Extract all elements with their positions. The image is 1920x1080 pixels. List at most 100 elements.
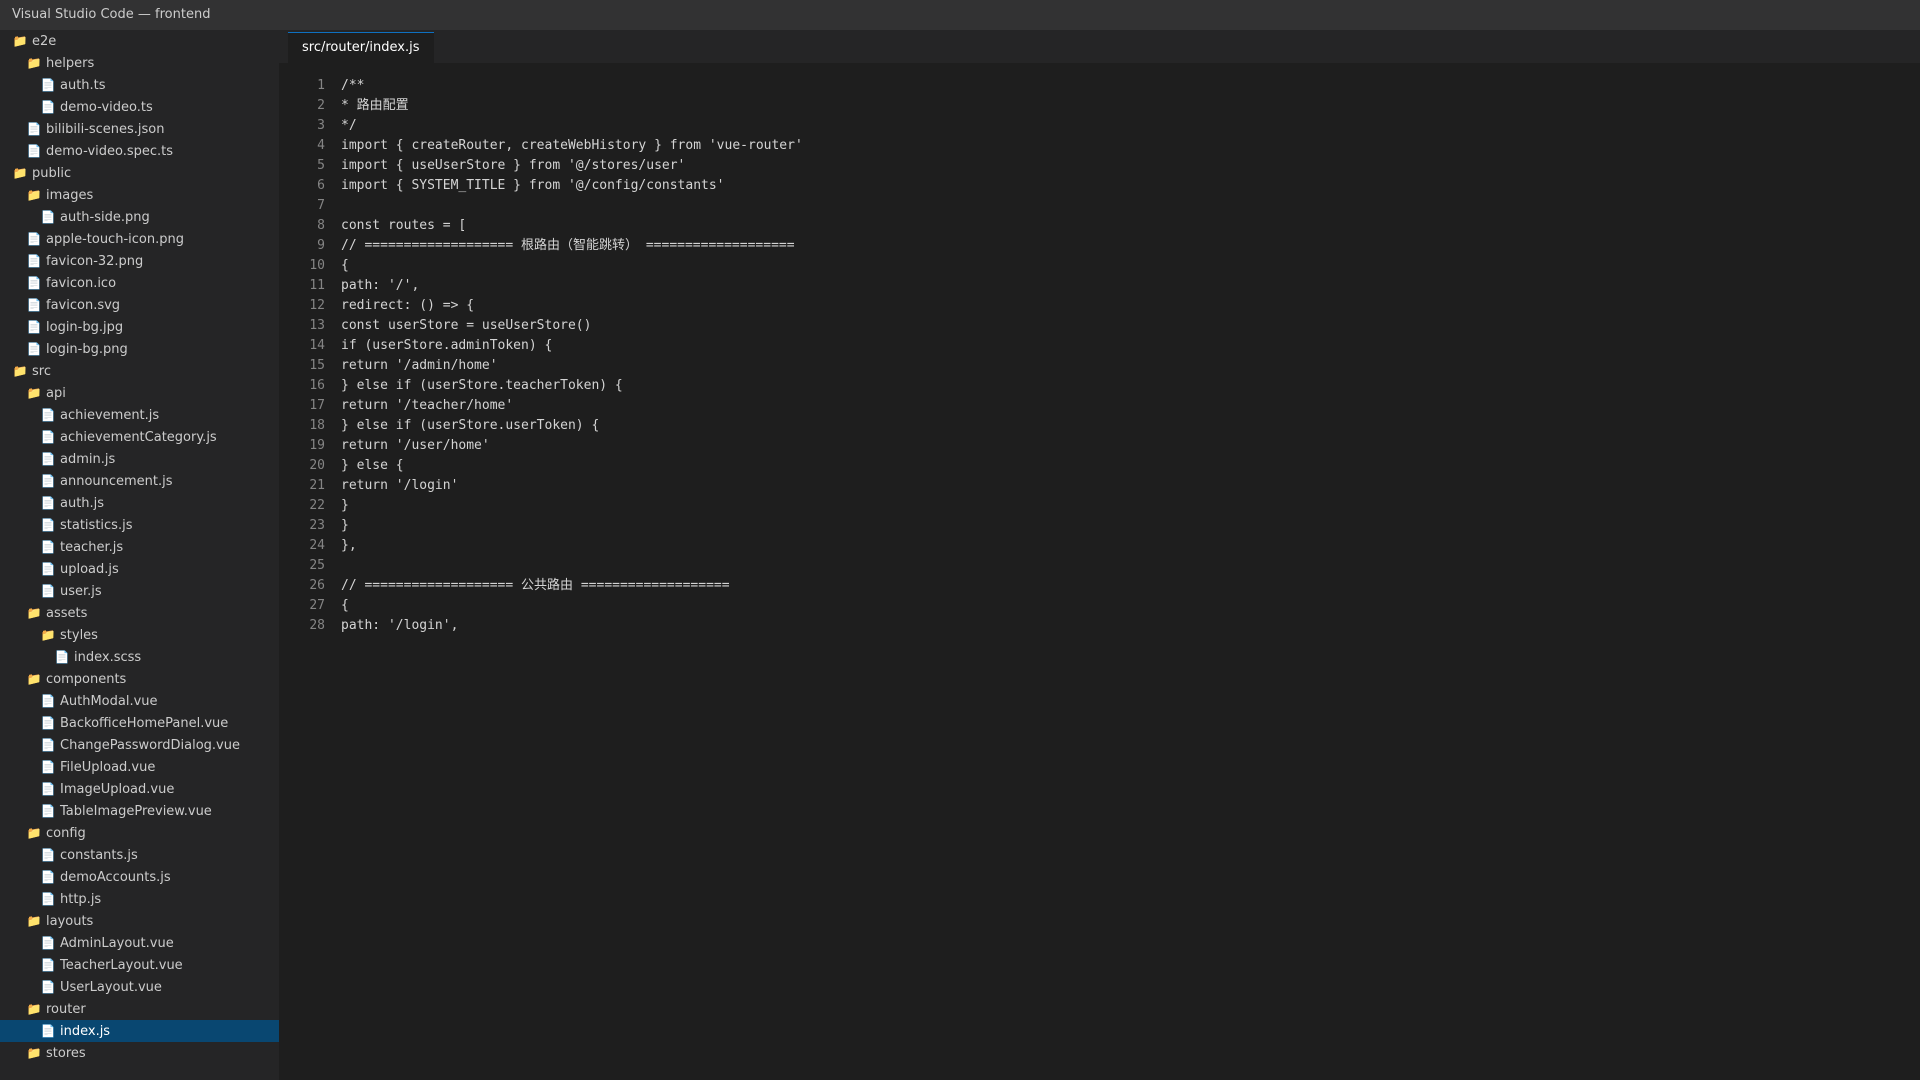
explorer-item-label: auth.ts: [60, 78, 106, 93]
explorer-folder[interactable]: 📁 config: [0, 822, 279, 844]
explorer-file[interactable]: 📄 achievement.js: [0, 404, 279, 426]
explorer-folder[interactable]: 📁 stores: [0, 1042, 279, 1064]
file-icon: 📄: [40, 848, 56, 862]
code-line: 22}: [279, 496, 1920, 516]
explorer-folder[interactable]: 📁 src: [0, 360, 279, 382]
file-icon: 📄: [26, 232, 42, 246]
code-line: 3 */: [279, 116, 1920, 136]
explorer-item-label: ChangePasswordDialog.vue: [60, 738, 240, 753]
explorer-folder[interactable]: 📁 helpers: [0, 52, 279, 74]
explorer-file[interactable]: 📄 bilibili-scenes.json: [0, 118, 279, 140]
explorer-file[interactable]: 📄 upload.js: [0, 558, 279, 580]
file-tree: 📁 e2e 📁 helpers 📄 auth.ts 📄 demo-video.ts 📄 bilib…: [0, 30, 279, 1064]
explorer-file[interactable]: 📄 demo-video.spec.ts: [0, 140, 279, 162]
code-text: {: [341, 258, 349, 273]
explorer-item-label: e2e: [32, 34, 57, 49]
explorer-file[interactable]: 📄 login-bg.png: [0, 338, 279, 360]
explorer-file[interactable]: 📄 auth.ts: [0, 74, 279, 96]
explorer-folder[interactable]: 📁 e2e: [0, 30, 279, 52]
code-line: 10 {: [279, 256, 1920, 276]
code-line: 27 {: [279, 596, 1920, 616]
explorer-file[interactable]: 📄 favicon.svg: [0, 294, 279, 316]
explorer-item-label: teacher.js: [60, 540, 124, 555]
line-number: 16: [309, 378, 325, 393]
explorer-folder[interactable]: 📁 public: [0, 162, 279, 184]
explorer-item-label: stores: [46, 1046, 86, 1061]
explorer-folder[interactable]: 📁 assets: [0, 602, 279, 624]
file-icon: 📄: [26, 122, 42, 136]
explorer-file[interactable]: 📄 demoAccounts.js: [0, 866, 279, 888]
code-text: return '/user/home': [341, 438, 490, 453]
code-line: 24},: [279, 536, 1920, 556]
explorer-folder[interactable]: 📁 styles: [0, 624, 279, 646]
explorer-file[interactable]: 📄 UserLayout.vue: [0, 976, 279, 998]
explorer-file[interactable]: 📄 login-bg.jpg: [0, 316, 279, 338]
explorer-folder[interactable]: 📁 layouts: [0, 910, 279, 932]
tab-router-index[interactable]: src/router/index.js: [288, 32, 434, 63]
explorer-item-label: AuthModal.vue: [60, 694, 158, 709]
code-view[interactable]: 1 /** 2 * 路由配置 3 */ 4 import { createRouter, cr…: [279, 76, 1920, 636]
code-text: } else {: [341, 458, 404, 473]
explorer-file[interactable]: 📄 favicon-32.png: [0, 250, 279, 272]
line-number: 7: [317, 198, 325, 213]
line-number: 9: [317, 238, 325, 253]
explorer-file[interactable]: 📄 auth.js: [0, 492, 279, 514]
code-line: 5 import { useUserStore } from '@/stores/…: [279, 156, 1920, 176]
folder-icon: 📁: [26, 1002, 42, 1016]
explorer-item-label: components: [46, 672, 127, 687]
explorer-file[interactable]: 📄 http.js: [0, 888, 279, 910]
code-line: 13 const userStore = useUserStore(): [279, 316, 1920, 336]
code-text: if (userStore.adminToken) {: [341, 338, 553, 353]
file-icon: 📄: [40, 958, 56, 972]
folder-icon: 📁: [26, 386, 42, 400]
explorer-folder[interactable]: 📁 api: [0, 382, 279, 404]
explorer-file[interactable]: 📄 index.js: [0, 1020, 279, 1042]
code-line: 6 import { SYSTEM_TITLE } from '@/config/…: [279, 176, 1920, 196]
explorer-file[interactable]: 📄 TableImagePreview.vue: [0, 800, 279, 822]
explorer-item-label: assets: [46, 606, 88, 621]
explorer-file[interactable]: 📄 ImageUpload.vue: [0, 778, 279, 800]
explorer-file[interactable]: 📄 admin.js: [0, 448, 279, 470]
explorer-file[interactable]: 📄 favicon.ico: [0, 272, 279, 294]
explorer-file[interactable]: 📄 statistics.js: [0, 514, 279, 536]
explorer-file[interactable]: 📄 apple-touch-icon.png: [0, 228, 279, 250]
file-icon: 📄: [40, 782, 56, 796]
file-icon: 📄: [40, 474, 56, 488]
explorer-item-label: index.scss: [74, 650, 142, 665]
explorer-item-label: auth-side.png: [60, 210, 150, 225]
line-number: 28: [309, 618, 325, 633]
file-icon: 📄: [40, 78, 56, 92]
file-icon: 📄: [40, 100, 56, 114]
explorer-file[interactable]: 📄 demo-video.ts: [0, 96, 279, 118]
code-text: {: [341, 598, 349, 613]
explorer-file[interactable]: 📄 TeacherLayout.vue: [0, 954, 279, 976]
folder-icon: 📁: [26, 914, 42, 928]
code-line: 7: [279, 196, 1920, 216]
explorer-file[interactable]: 📄 constants.js: [0, 844, 279, 866]
explorer-folder[interactable]: 📁 router: [0, 998, 279, 1020]
file-icon: 📄: [40, 408, 56, 422]
line-number: 19: [309, 438, 325, 453]
explorer-file[interactable]: 📄 AdminLayout.vue: [0, 932, 279, 954]
explorer-file[interactable]: 📄 user.js: [0, 580, 279, 602]
file-icon: 📄: [54, 650, 70, 664]
explorer-file[interactable]: 📄 achievementCategory.js: [0, 426, 279, 448]
file-icon: 📄: [26, 342, 42, 356]
code-text: } else if (userStore.userToken) {: [341, 418, 600, 433]
explorer-file[interactable]: 📄 ChangePasswordDialog.vue: [0, 734, 279, 756]
explorer-file[interactable]: 📄 teacher.js: [0, 536, 279, 558]
explorer-file[interactable]: 📄 BackofficeHomePanel.vue: [0, 712, 279, 734]
explorer-item-label: apple-touch-icon.png: [46, 232, 184, 247]
file-icon: 📄: [40, 562, 56, 576]
explorer-folder[interactable]: 📁 images: [0, 184, 279, 206]
code-line: 23}: [279, 516, 1920, 536]
line-number: 2: [317, 98, 325, 113]
explorer-file[interactable]: 📄 index.scss: [0, 646, 279, 668]
explorer-file[interactable]: 📄 AuthModal.vue: [0, 690, 279, 712]
explorer-file[interactable]: 📄 announcement.js: [0, 470, 279, 492]
explorer-file[interactable]: 📄 FileUpload.vue: [0, 756, 279, 778]
explorer-folder[interactable]: 📁 components: [0, 668, 279, 690]
line-number: 22: [309, 498, 325, 513]
explorer-file[interactable]: 📄 auth-side.png: [0, 206, 279, 228]
explorer-item-label: helpers: [46, 56, 95, 71]
